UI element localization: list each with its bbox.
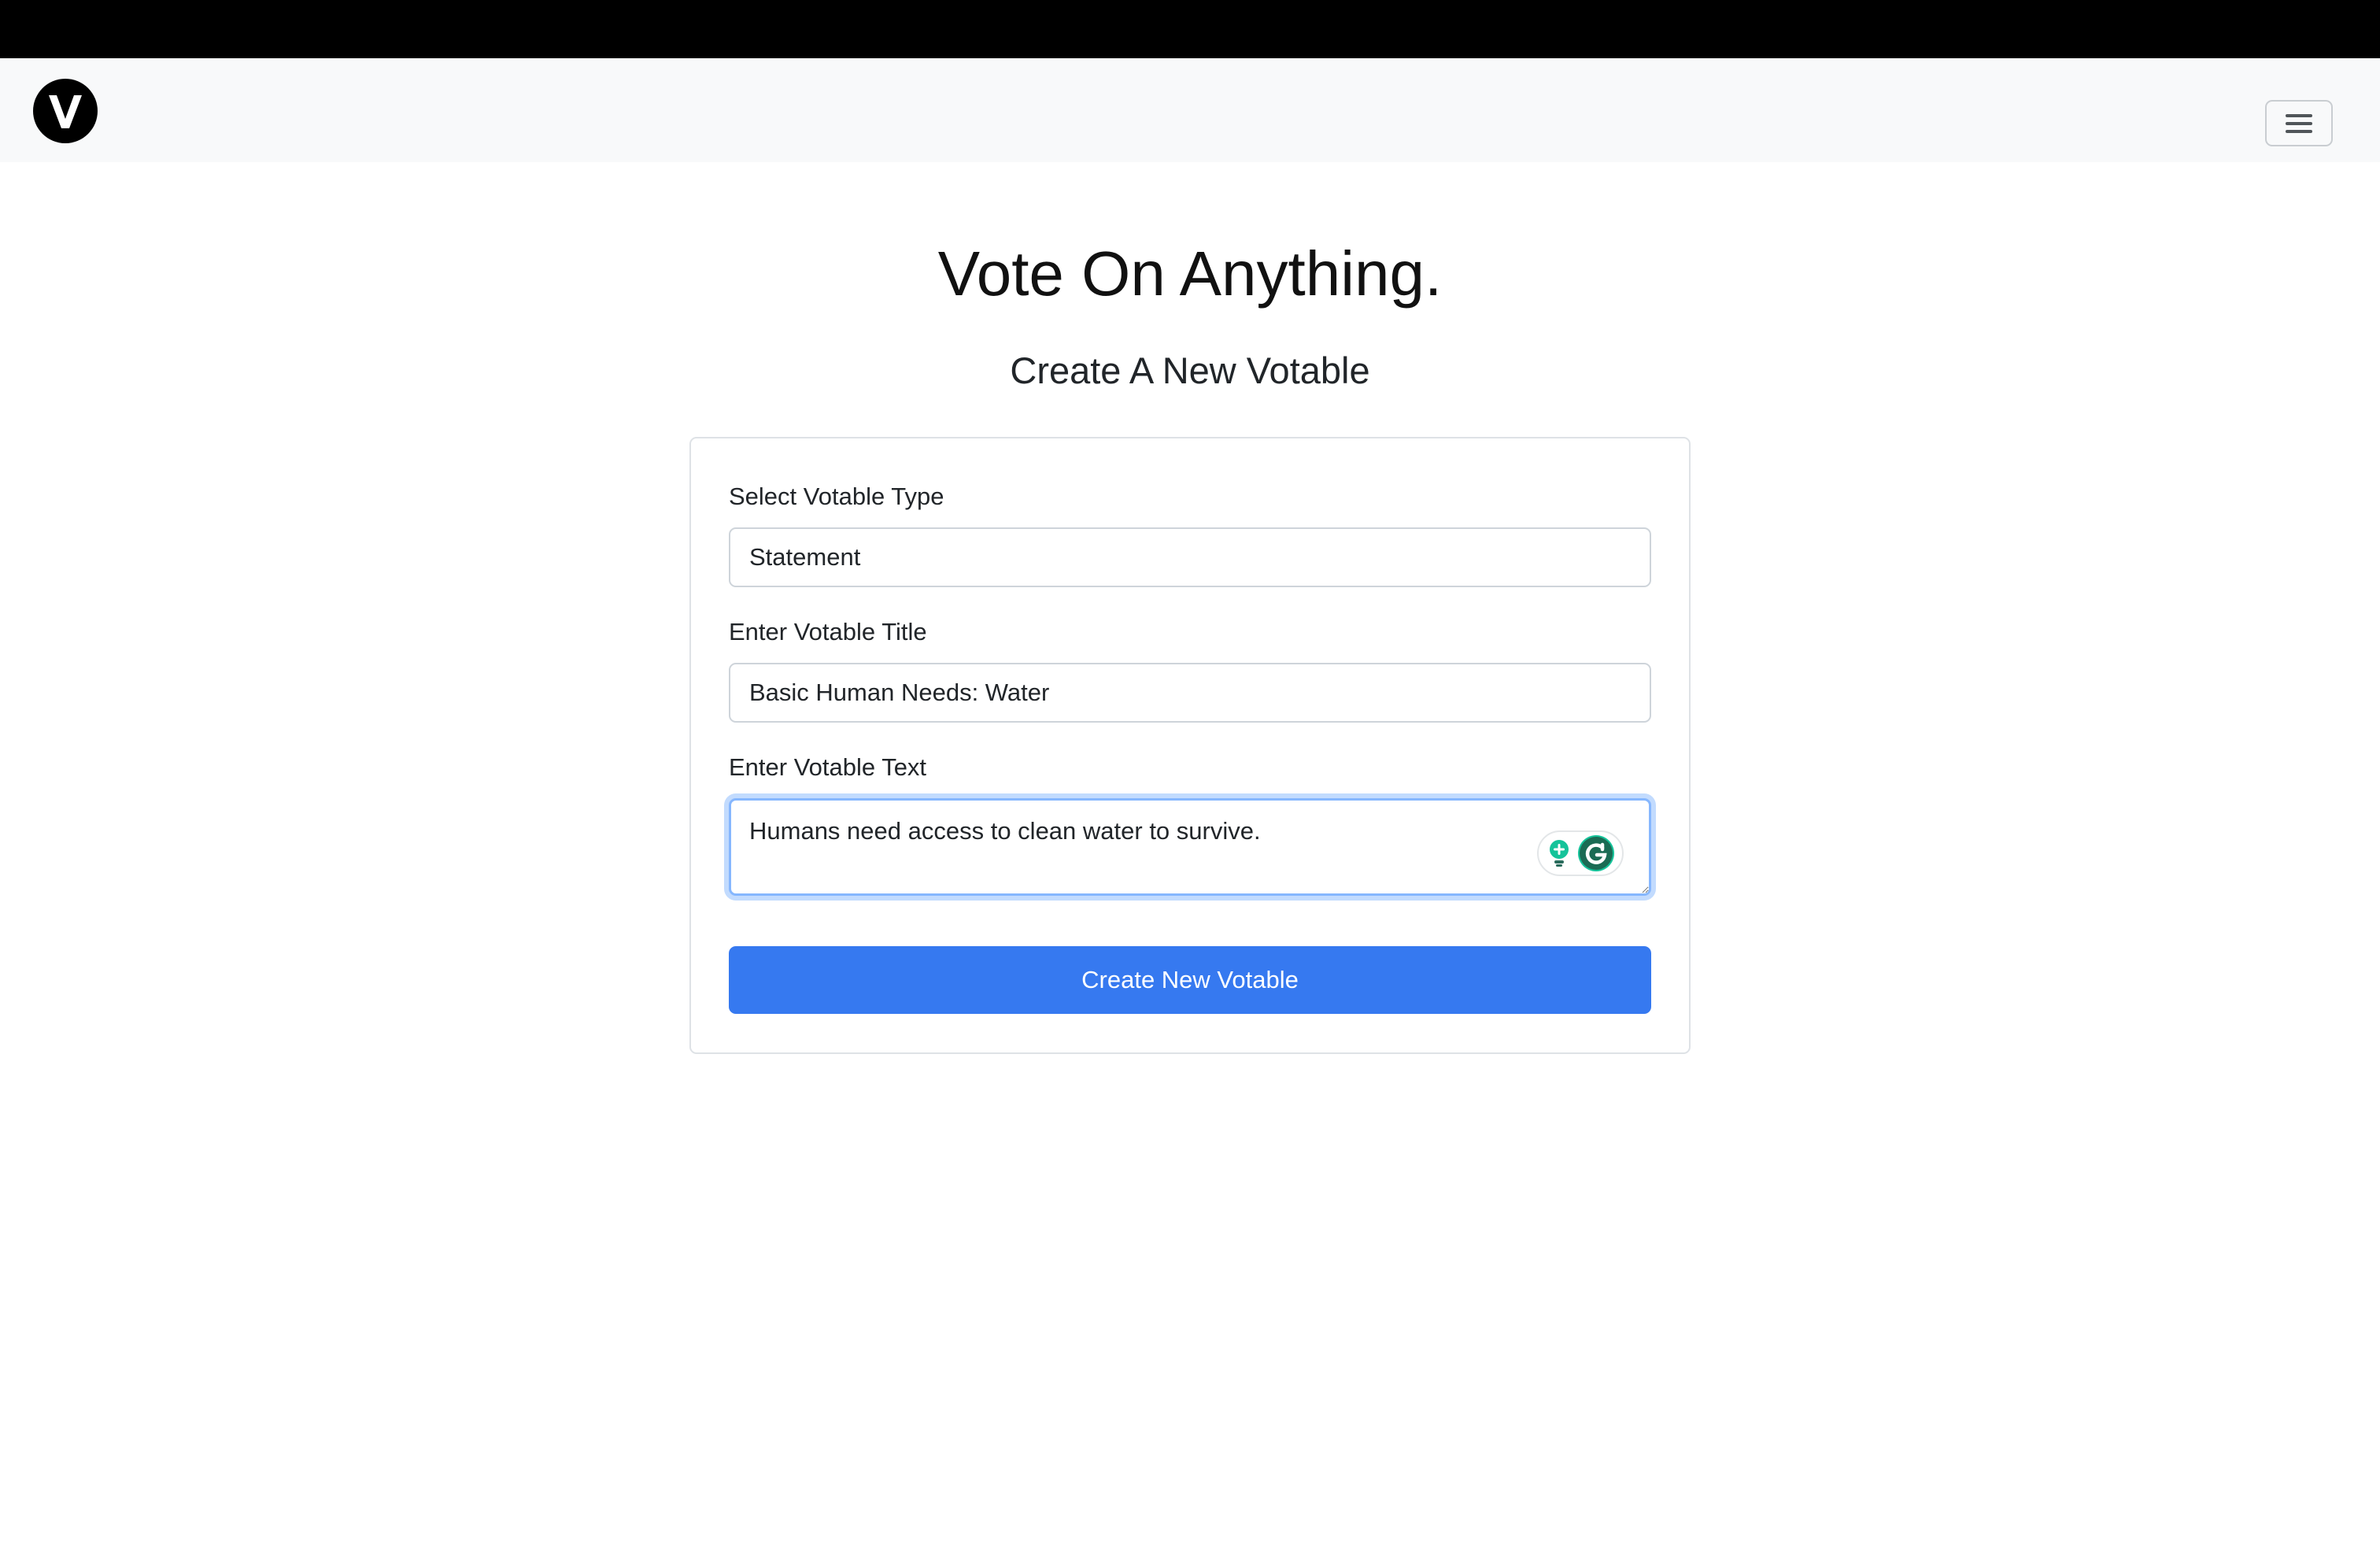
create-votable-button[interactable]: Create New Votable [729,946,1651,1014]
votable-text-textarea[interactable]: Humans need access to clean water to sur… [729,798,1651,896]
top-black-bar [0,0,2380,58]
page-subtitle: Create A New Votable [1010,350,1370,391]
grammarly-widget[interactable] [1537,830,1624,876]
grammarly-g-icon[interactable] [1577,834,1615,872]
navbar [0,58,2380,162]
lightbulb-icon[interactable] [1546,838,1572,869]
votable-text-label: Enter Votable Text [729,753,927,781]
votable-type-label: Select Votable Type [729,483,944,510]
votable-title-label: Enter Votable Title [729,618,927,645]
page-title: Vote On Anything. [937,239,1443,309]
v-logo-icon[interactable] [33,79,98,143]
votable-title-input[interactable] [729,663,1651,723]
votable-type-select[interactable] [729,527,1651,587]
hamburger-menu-icon[interactable] [2265,100,2333,146]
